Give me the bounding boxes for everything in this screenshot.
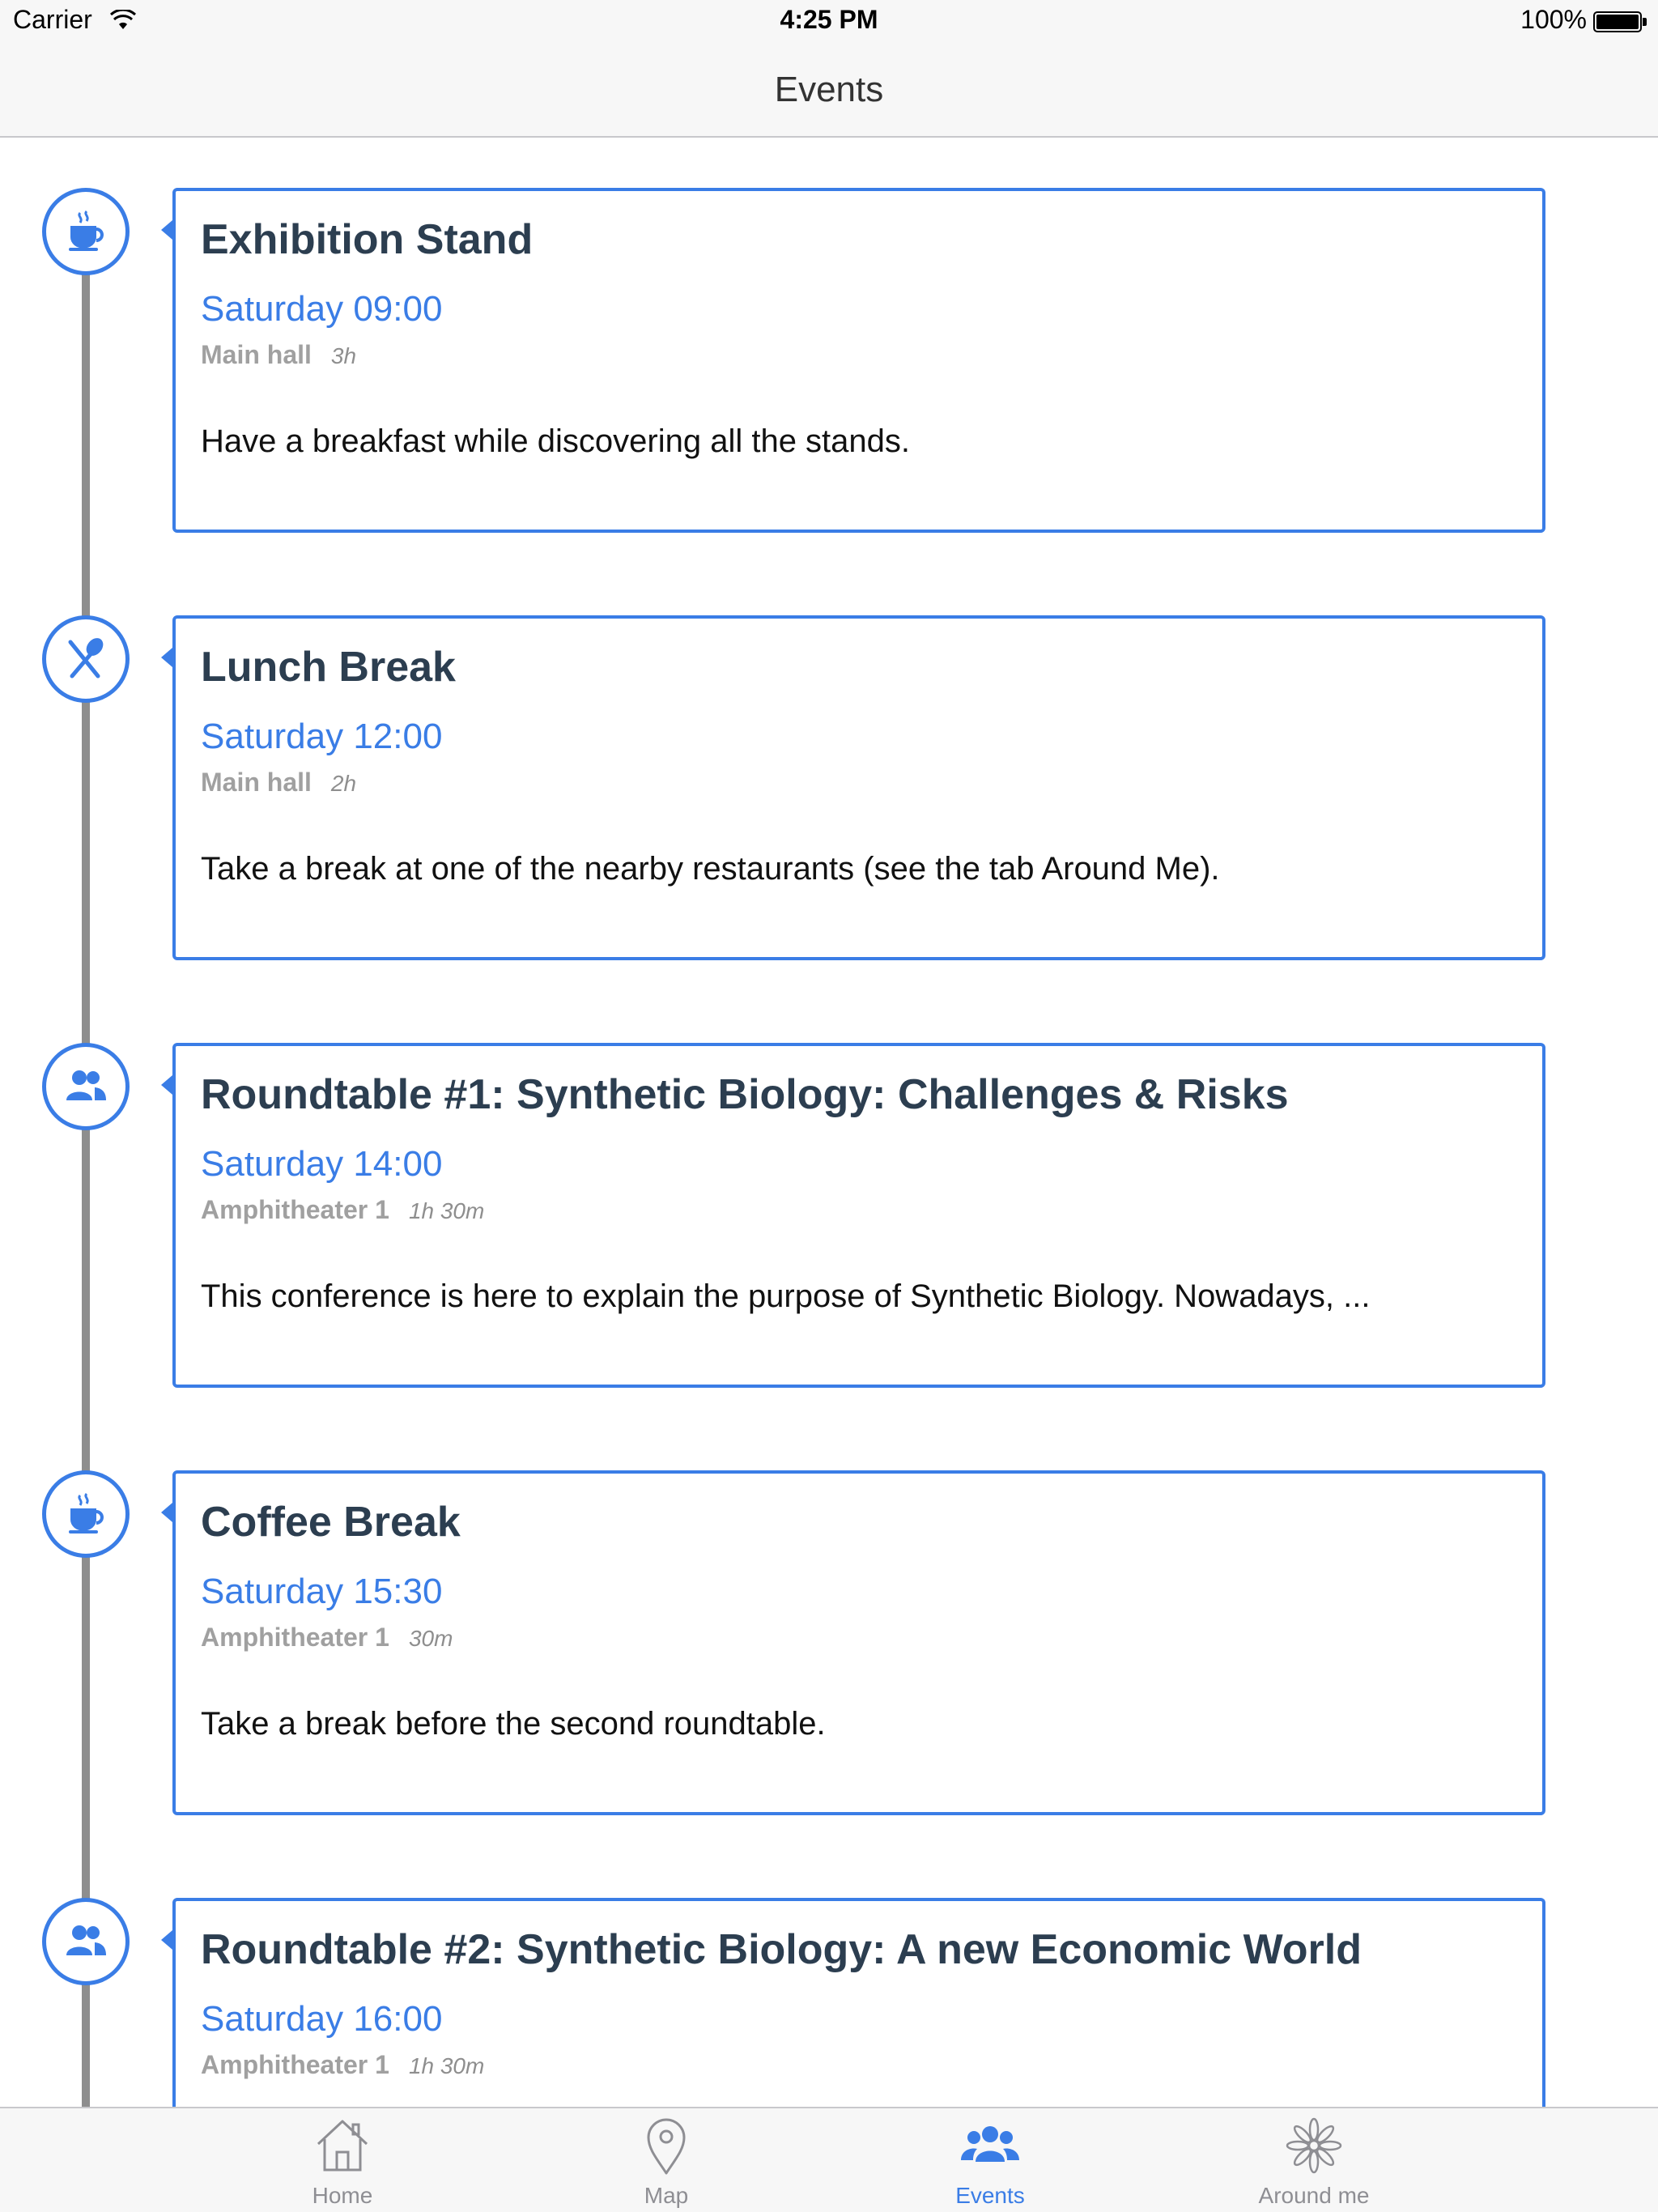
event-location: Amphitheater 1 [201, 1623, 389, 1652]
tab-home[interactable]: Home [221, 2108, 464, 2212]
card-pointer [161, 1075, 172, 1095]
event-meta: Amphitheater 1 1h 30m [201, 2048, 1542, 2087]
event-duration: 3h [330, 343, 357, 368]
event-time: Saturday 09:00 [201, 289, 443, 329]
event-meta: Amphitheater 1 30m [201, 1621, 1542, 1659]
home-icon [317, 2120, 368, 2172]
event-marker [42, 1470, 130, 1558]
event-time: Saturday 14:00 [201, 1144, 443, 1184]
event-location: Main hall [201, 768, 312, 797]
event-item: Coffee Break Saturday 15:30 Amphitheater… [0, 1470, 1658, 1819]
tab-map-label: Map [644, 2183, 689, 2208]
event-item: Lunch Break Saturday 12:00 Main hall 2h T… [0, 615, 1658, 963]
tab-map[interactable]: Map [545, 2108, 788, 2212]
event-description: Have a breakfast while discovering all t… [201, 423, 911, 459]
event-duration: 2h [330, 771, 357, 796]
event-time: Saturday 16:00 [201, 1999, 443, 2039]
map-pin-icon [647, 2118, 686, 2175]
event-description: Take a break before the second roundtabl… [201, 1706, 826, 1742]
event-meta: Main hall 3h [201, 338, 1542, 376]
card-pointer [161, 1930, 172, 1950]
coffee-cup-icon [69, 210, 104, 251]
card-pointer [161, 220, 172, 240]
event-description: This conference is here to explain the p… [201, 1278, 1371, 1314]
flower-icon [1286, 2117, 1342, 2174]
status-bar: Carrier 4:25 PM 100% [0, 0, 1658, 45]
event-card[interactable]: Coffee Break Saturday 15:30 Amphitheater… [161, 1470, 1545, 1815]
event-location: Main hall [201, 340, 312, 369]
tab-around-me[interactable]: Around me [1192, 2108, 1435, 2212]
battery-tip [1643, 18, 1647, 26]
event-item: Roundtable #1: Synthetic Biology: Challe… [0, 1043, 1658, 1391]
event-title: Lunch Break [201, 644, 456, 691]
page-title: Events [774, 70, 884, 109]
navigation-bar: Events [0, 45, 1658, 138]
tab-bar: Home Map Events Around me [0, 2107, 1658, 2212]
event-title: Coffee Break [201, 1499, 461, 1546]
event-card[interactable]: Lunch Break Saturday 12:00 Main hall 2h T… [161, 615, 1545, 960]
event-card[interactable]: Exhibition Stand Saturday 09:00 Main hal… [161, 188, 1545, 533]
status-time: 4:25 PM [780, 5, 878, 34]
tab-events-label: Events [955, 2183, 1025, 2208]
people-icon [66, 1070, 106, 1100]
event-duration: 1h 30m [408, 1198, 485, 1223]
event-duration: 30m [408, 1626, 453, 1651]
event-duration: 1h 30m [408, 2053, 485, 2078]
event-title: Roundtable #2: Synthetic Biology: A new … [201, 1926, 1362, 1973]
event-card[interactable]: Roundtable #2: Synthetic Biology: A new … [161, 1898, 1545, 2107]
tab-around-me-label: Around me [1258, 2183, 1370, 2208]
event-card[interactable]: Roundtable #1: Synthetic Biology: Challe… [161, 1043, 1545, 1388]
events-timeline[interactable]: Exhibition Stand Saturday 09:00 Main hal… [0, 139, 1658, 2107]
event-item: Exhibition Stand Saturday 09:00 Main hal… [0, 188, 1658, 536]
card-pointer [161, 648, 172, 667]
coffee-cup-icon [69, 1492, 104, 1534]
event-time: Saturday 12:00 [201, 717, 443, 756]
event-marker [42, 1043, 130, 1130]
tab-home-label: Home [312, 2183, 373, 2208]
event-meta: Amphitheater 1 1h 30m [201, 1193, 1542, 1231]
people-icon [961, 2126, 1019, 2162]
event-location: Amphitheater 1 [201, 1195, 389, 1224]
battery-icon [1593, 11, 1642, 32]
event-time: Saturday 15:30 [201, 1572, 443, 1611]
battery-percentage: 100% [1520, 5, 1587, 34]
event-marker [42, 615, 130, 703]
event-description: Take a break at one of the nearby restau… [201, 851, 1220, 887]
event-marker [42, 1898, 130, 1985]
fork-spoon-icon [68, 638, 104, 678]
people-icon [66, 1925, 106, 1955]
event-item: Roundtable #2: Synthetic Biology: A new … [0, 1898, 1658, 2107]
tab-events[interactable]: Events [869, 2108, 1112, 2212]
event-title: Exhibition Stand [201, 216, 534, 263]
event-location: Amphitheater 1 [201, 2050, 389, 2079]
event-title: Roundtable #1: Synthetic Biology: Challe… [201, 1071, 1289, 1118]
card-pointer [161, 1503, 172, 1522]
event-meta: Main hall 2h [201, 766, 1542, 804]
event-marker [42, 188, 130, 275]
